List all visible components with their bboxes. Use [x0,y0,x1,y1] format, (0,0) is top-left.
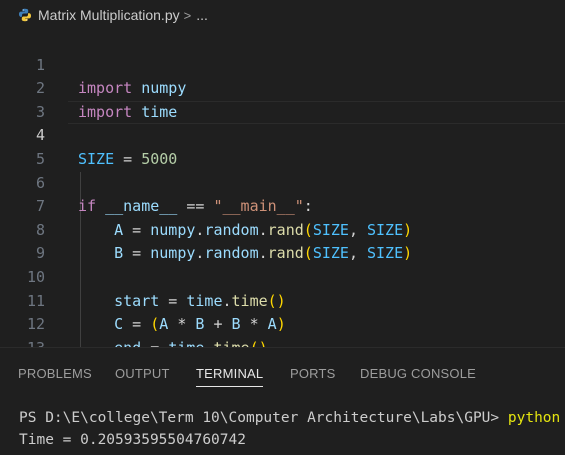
terminal-output-line: Time = 0.20593595504760742 [19,432,246,448]
terminal-prompt: PS D:\E\college\Term 10\Computer Archite… [19,410,508,426]
code-line[interactable]: 5 [0,124,565,168]
code-line-active[interactable]: 4 SIZE = 5000 [0,100,565,168]
tab-terminal[interactable]: TERMINAL [196,348,264,396]
code-line[interactable]: 2 import time [0,54,565,121]
code-line[interactable]: 13 print(f"Time = {end - start}") [0,313,565,347]
breadcrumb-filename[interactable]: Matrix Multiplication.py [38,7,180,23]
panel-tab-bar: PROBLEMS OUTPUT TERMINAL PORTS DEBUG CON… [0,348,565,396]
code-line[interactable]: 9 [0,219,565,262]
code-line[interactable]: 11 C = (A * B + B * A) [0,266,565,334]
tab-output[interactable]: OUTPUT [115,348,170,396]
code-line[interactable]: 1 import numpy [0,30,565,98]
python-file-icon [18,8,32,22]
tab-debug-console[interactable]: DEBUG CONSOLE [360,348,476,396]
code-line[interactable]: 14 [0,337,565,347]
breadcrumb-symbols[interactable]: ... [196,7,208,23]
terminal-command-line: PS D:\E\college\Term 10\Computer Archite… [19,407,560,429]
code-line[interactable]: 6 if __name__ == "__main__": [0,148,565,216]
terminal[interactable]: PS D:\E\college\Term 10\Computer Archite… [0,396,565,455]
tab-problems[interactable]: PROBLEMS [18,348,92,396]
breadcrumb: Matrix Multiplication.py > ... [0,0,565,30]
code-line[interactable]: 3 [0,77,565,121]
terminal-command: python [507,410,561,426]
code-line[interactable]: 7 A = numpy.random.rand(SIZE, SIZE) [0,172,565,239]
code-line[interactable]: 8 B = numpy.random.rand(SIZE, SIZE) [0,195,565,263]
tab-ports[interactable]: PORTS [290,348,336,396]
code-line[interactable]: 12 end = time.time() [0,290,565,347]
code-line[interactable]: 10 start = time.time() [0,242,565,310]
code-editor[interactable]: 1 import numpy 2 import time 3 4 SIZE = … [0,30,565,347]
chevron-right-icon: > [183,7,192,23]
